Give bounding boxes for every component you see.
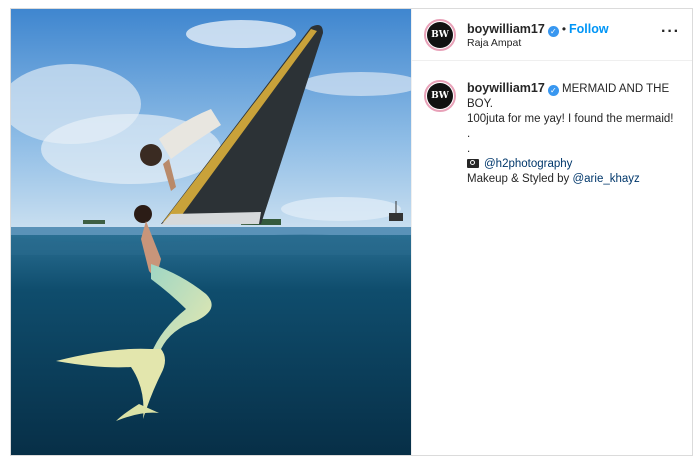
verified-badge-icon: ✓ (547, 26, 559, 37)
caption-username[interactable]: boywilliam17 (467, 81, 545, 95)
separator-dot: • (561, 22, 567, 36)
header-title-row: boywilliam17 ✓ • Follow (467, 20, 609, 38)
follow-button[interactable]: Follow (569, 22, 609, 36)
styled-by-text: Makeup & Styled by (467, 173, 573, 185)
more-options-icon[interactable]: ··· (661, 23, 680, 41)
stylist-link[interactable]: @arie_khayz (572, 173, 639, 185)
post-caption: boywilliam17 ✓ MERMAID AND THE BOY. 100ju… (467, 81, 677, 187)
caption-text: 100juta for me yay! I found the mermaid! (467, 113, 674, 125)
instagram-post: BW boywilliam17 ✓ • Follow Raja Ampat ··· B… (10, 8, 693, 456)
mermaid-photo-illustration (11, 9, 411, 455)
caption-first-line: boywilliam17 ✓ MERMAID AND THE BOY. (467, 81, 677, 112)
post-sidebar: BW boywilliam17 ✓ • Follow Raja Ampat ··· B… (411, 9, 692, 455)
camera-icon (467, 159, 479, 168)
photo-credit-row: @h2photography (467, 157, 677, 172)
photo-credit-link[interactable]: @h2photography (484, 158, 572, 170)
caption-dot-1: . (467, 128, 471, 140)
location-link[interactable]: Raja Ampat (467, 37, 521, 49)
avatar-logo: BW (427, 22, 453, 48)
styled-by-row: Makeup & Styled by @arie_khayz (467, 172, 677, 187)
avatar[interactable]: BW (424, 19, 456, 51)
post-photo[interactable] (11, 9, 411, 455)
header-username[interactable]: boywilliam17 (467, 22, 545, 36)
caption-avatar[interactable]: BW (424, 80, 456, 112)
caption-verified-badge-icon: ✓ (547, 85, 559, 96)
caption-dot-2: . (467, 143, 471, 155)
post-header: BW boywilliam17 ✓ • Follow Raja Ampat ··· (412, 9, 692, 61)
caption-avatar-logo: BW (427, 83, 453, 109)
